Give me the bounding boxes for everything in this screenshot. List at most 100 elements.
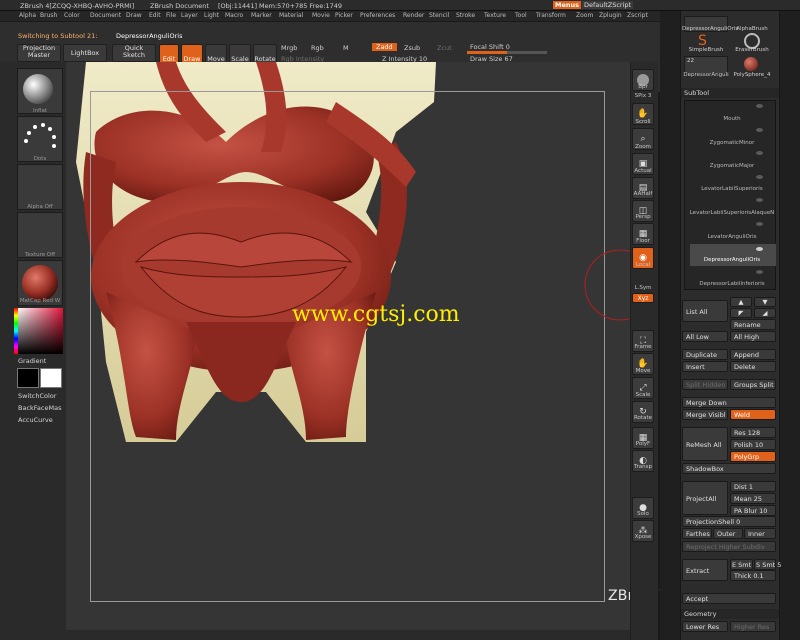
menu-item-transform[interactable]: Transform: [536, 12, 566, 19]
projection-shell-slider[interactable]: ProjectionShell 0: [682, 516, 776, 527]
menu-item-texture[interactable]: Texture: [484, 12, 506, 19]
menu-item-layer[interactable]: Layer: [181, 12, 198, 19]
subtool-eye-icon[interactable]: [756, 128, 763, 132]
subtool-section-header[interactable]: SubTool: [681, 88, 779, 98]
duplicate-button[interactable]: Duplicate: [682, 349, 728, 360]
extract-button[interactable]: Extract: [682, 559, 728, 581]
menu-item-zoom[interactable]: Zoom: [576, 12, 593, 19]
res-slider[interactable]: Res 128: [730, 427, 776, 438]
menu-item-light[interactable]: Light: [204, 12, 219, 19]
zsub-toggle[interactable]: Zsub: [404, 44, 420, 52]
polysphere-icon[interactable]: [744, 57, 758, 71]
move-up-left-button[interactable]: ◤: [730, 308, 752, 318]
zcut-toggle[interactable]: Zcut: [437, 44, 452, 52]
subtool-item-depressor-anguli-oris[interactable]: DepressorAnguliOris: [686, 257, 778, 263]
menu-item-marker[interactable]: Marker: [251, 12, 272, 19]
insert-button[interactable]: Insert: [682, 361, 728, 372]
secondary-color-swatch[interactable]: [17, 368, 39, 388]
menu-item-brush[interactable]: Brush: [40, 12, 57, 19]
menu-item-alpha[interactable]: Alpha: [19, 12, 36, 19]
spix-slider[interactable]: SPix 3: [628, 93, 658, 99]
menu-item-file[interactable]: File: [166, 12, 176, 19]
quick-sketch-button[interactable]: Quick Sketch: [112, 44, 156, 62]
menu-item-movie[interactable]: Movie: [312, 12, 330, 19]
menus-button[interactable]: Menus: [553, 1, 582, 9]
delete-button[interactable]: Delete: [730, 361, 776, 372]
menu-item-zscript[interactable]: Zscript: [627, 12, 648, 19]
rgb-toggle[interactable]: Rgb: [311, 44, 324, 52]
geometry-section-header[interactable]: Geometry: [681, 609, 779, 619]
append-button[interactable]: Append: [730, 349, 776, 360]
move-down-right-button[interactable]: ◢: [754, 308, 776, 318]
edit-button[interactable]: Edit: [159, 44, 179, 64]
subtool-eye-icon[interactable]: [756, 247, 763, 251]
remesh-all-button[interactable]: ReMesh All: [682, 427, 728, 461]
menu-item-draw[interactable]: Draw: [126, 12, 142, 19]
menu-item-edit[interactable]: Edit: [149, 12, 161, 19]
thick-slider[interactable]: Thick 0.1: [730, 570, 776, 581]
menu-item-zplugin[interactable]: Zplugin: [599, 12, 622, 19]
rotation-gizmo-icon[interactable]: [570, 245, 630, 325]
document-canvas[interactable]: [66, 62, 630, 632]
projection-master-button[interactable]: Projection Master: [17, 44, 61, 62]
lower-res-button[interactable]: Lower Res: [682, 621, 728, 632]
subtool-item-zygomatic-minor[interactable]: ZygomaticMinor: [686, 140, 778, 146]
merge-down-button[interactable]: Merge Down: [682, 397, 776, 408]
inner-toggle[interactable]: Inner: [744, 528, 776, 539]
subtool-eye-icon[interactable]: [756, 104, 763, 108]
merge-visible-button[interactable]: Merge Visibl: [682, 409, 728, 420]
move-up-arrow-button[interactable]: ▲: [730, 297, 752, 307]
switch-color-button[interactable]: SwitchColor: [18, 392, 56, 400]
mean-slider[interactable]: Mean 25: [730, 493, 776, 504]
menu-item-stencil[interactable]: Stencil: [429, 12, 449, 19]
mrgb-toggle[interactable]: Mrgb: [281, 44, 297, 52]
subtool-eye-icon[interactable]: [756, 222, 763, 226]
accu-curve-toggle[interactable]: AccuCurve: [18, 416, 53, 424]
s-smt-slider[interactable]: S Smt 5: [754, 559, 781, 570]
polygrp-toggle[interactable]: PolyGrp: [730, 451, 776, 462]
menu-item-macro[interactable]: Macro: [225, 12, 243, 19]
menu-item-preferences[interactable]: Preferences: [360, 12, 395, 19]
rotate-button[interactable]: Rotate: [253, 44, 277, 64]
focal-shift-track[interactable]: [467, 51, 547, 54]
subtool-item-levator-labii-superioris[interactable]: LevatorLabiiSuperioris: [686, 186, 778, 192]
subtool-eye-icon[interactable]: [756, 175, 763, 179]
shadowbox-button[interactable]: ShadowBox: [682, 463, 776, 474]
hue-strip[interactable]: [14, 308, 18, 354]
scale-button[interactable]: Scale: [229, 44, 251, 64]
menu-item-material[interactable]: Material: [279, 12, 303, 19]
focal-shift-slider[interactable]: Focal Shift 0: [470, 43, 510, 51]
move-button[interactable]: Move: [205, 44, 227, 64]
subtool-eye-icon[interactable]: [756, 270, 763, 274]
subtool-item-levator-anguli-oris[interactable]: LevatorAnguliOris: [686, 234, 778, 240]
farthest-toggle[interactable]: Farthes: [682, 528, 712, 539]
subtool-item-depressor-labii-inferioris[interactable]: DepressorLabiiInferioris: [686, 281, 778, 287]
all-low-button[interactable]: All Low: [682, 331, 728, 342]
split-hidden-button[interactable]: Split Hidden: [682, 379, 728, 390]
accept-button[interactable]: Accept: [682, 593, 776, 604]
color-picker[interactable]: [17, 308, 63, 354]
groups-split-button[interactable]: Groups Split: [730, 379, 776, 390]
polish-slider[interactable]: Polish 10: [730, 439, 776, 450]
move-down-arrow-button[interactable]: ▼: [754, 297, 776, 307]
e-smt-slider[interactable]: E Smt 5: [730, 559, 757, 570]
menu-item-color[interactable]: Color: [64, 12, 80, 19]
menu-item-stroke[interactable]: Stroke: [456, 12, 475, 19]
all-high-button[interactable]: All High: [730, 331, 776, 342]
subtool-item-zygomatic-major[interactable]: ZygomaticMajor: [686, 163, 778, 169]
xyz-button[interactable]: Xyz: [632, 293, 654, 303]
zadd-toggle[interactable]: Zadd: [372, 43, 397, 51]
draw-button[interactable]: Draw: [181, 44, 203, 64]
lightbox-button[interactable]: LightBox: [63, 44, 107, 62]
dist-slider[interactable]: Dist 1: [730, 481, 776, 492]
pa-blur-slider[interactable]: PA Blur 10: [730, 505, 776, 516]
subtool-eye-icon[interactable]: [756, 198, 763, 202]
project-all-button[interactable]: ProjectAll: [682, 481, 728, 515]
list-all-button[interactable]: List All: [682, 300, 728, 322]
gradient-toggle[interactable]: Gradient: [18, 357, 46, 365]
weld-toggle[interactable]: Weld: [730, 409, 776, 420]
back-face-mask-toggle[interactable]: BackFaceMas: [18, 404, 61, 412]
subtool-item-mouth[interactable]: Mouth: [686, 116, 778, 122]
outer-toggle[interactable]: Outer: [713, 528, 743, 539]
rename-button[interactable]: Rename: [730, 319, 776, 330]
